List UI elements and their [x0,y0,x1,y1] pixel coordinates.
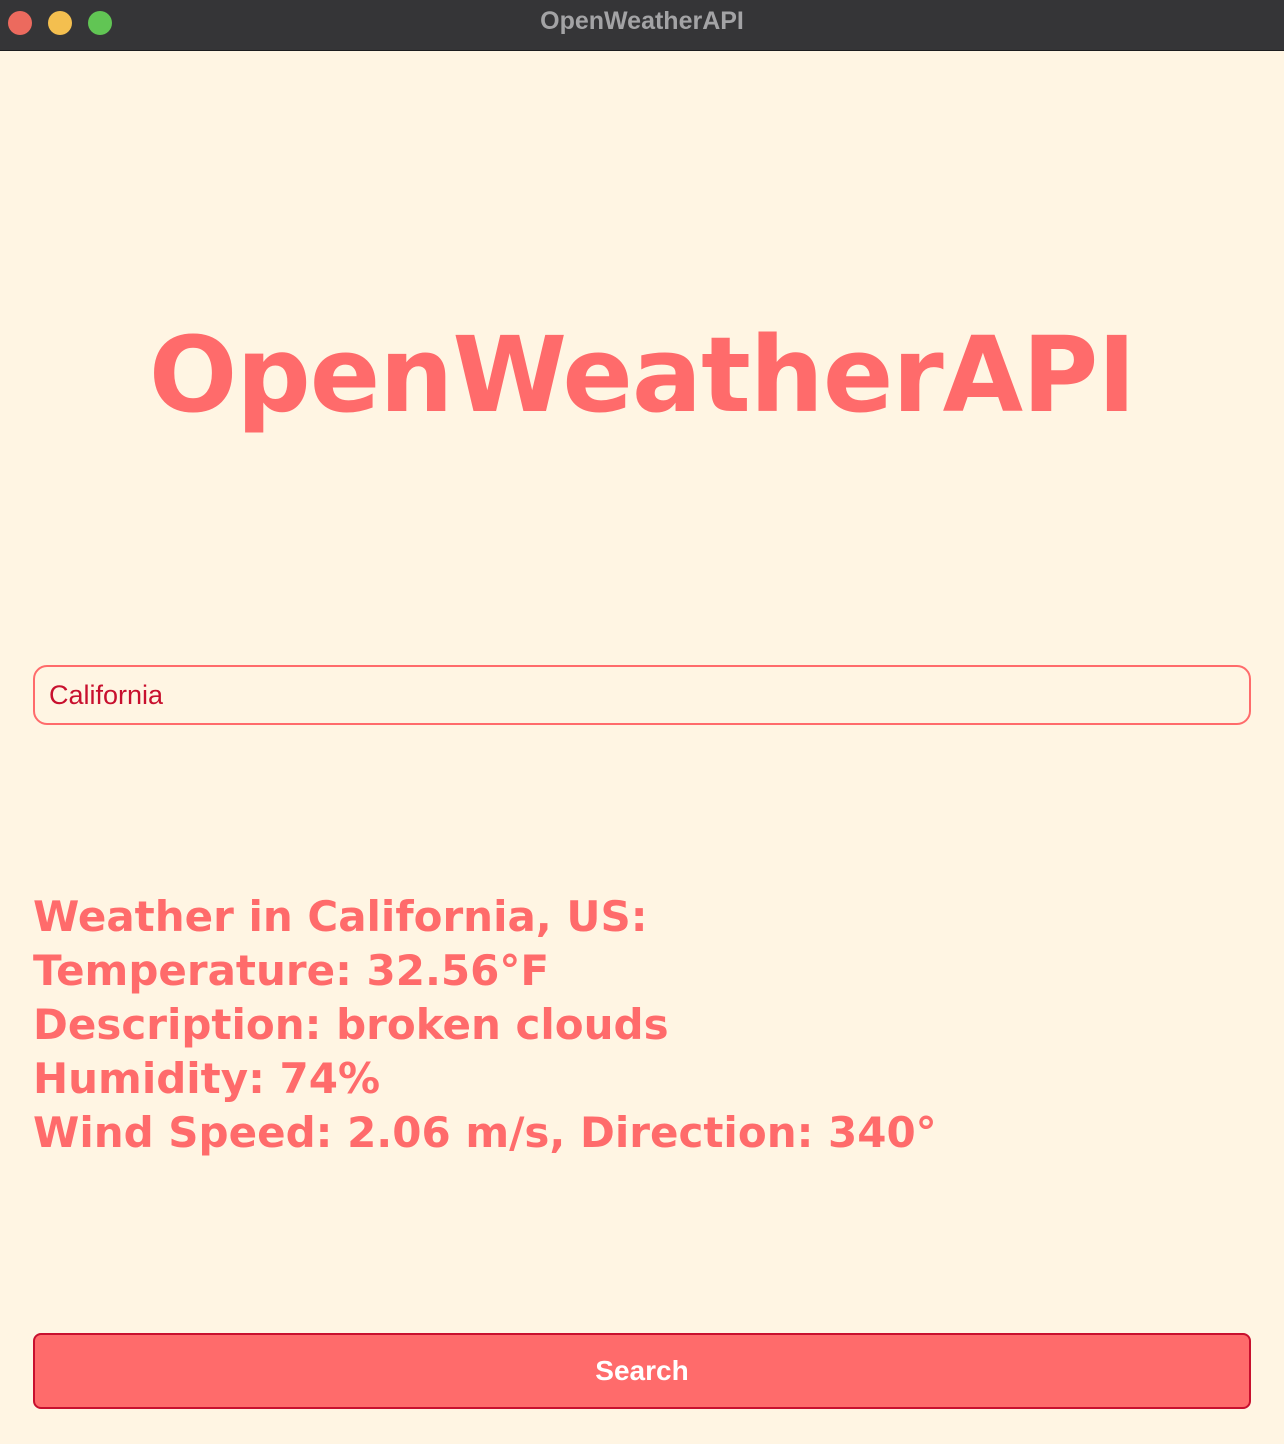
city-search-input[interactable] [33,665,1251,725]
title-bar: OpenWeatherAPI [0,0,1284,51]
weather-temperature: Temperature: 32.56°F [33,946,550,995]
weather-description: Description: broken clouds [33,1000,669,1049]
weather-location: Weather in California, US: [33,892,648,941]
app-window: OpenWeatherAPI OpenWeatherAPI Weather in… [0,0,1284,1444]
page-title: OpenWeatherAPI [148,314,1136,436]
weather-result: Weather in California, US: Temperature: … [33,890,937,1160]
window-title: OpenWeatherAPI [540,7,744,35]
search-button[interactable]: Search [33,1333,1251,1409]
weather-humidity: Humidity: 74% [33,1054,381,1103]
weather-wind: Wind Speed: 2.06 m/s, Direction: 340° [33,1108,937,1157]
